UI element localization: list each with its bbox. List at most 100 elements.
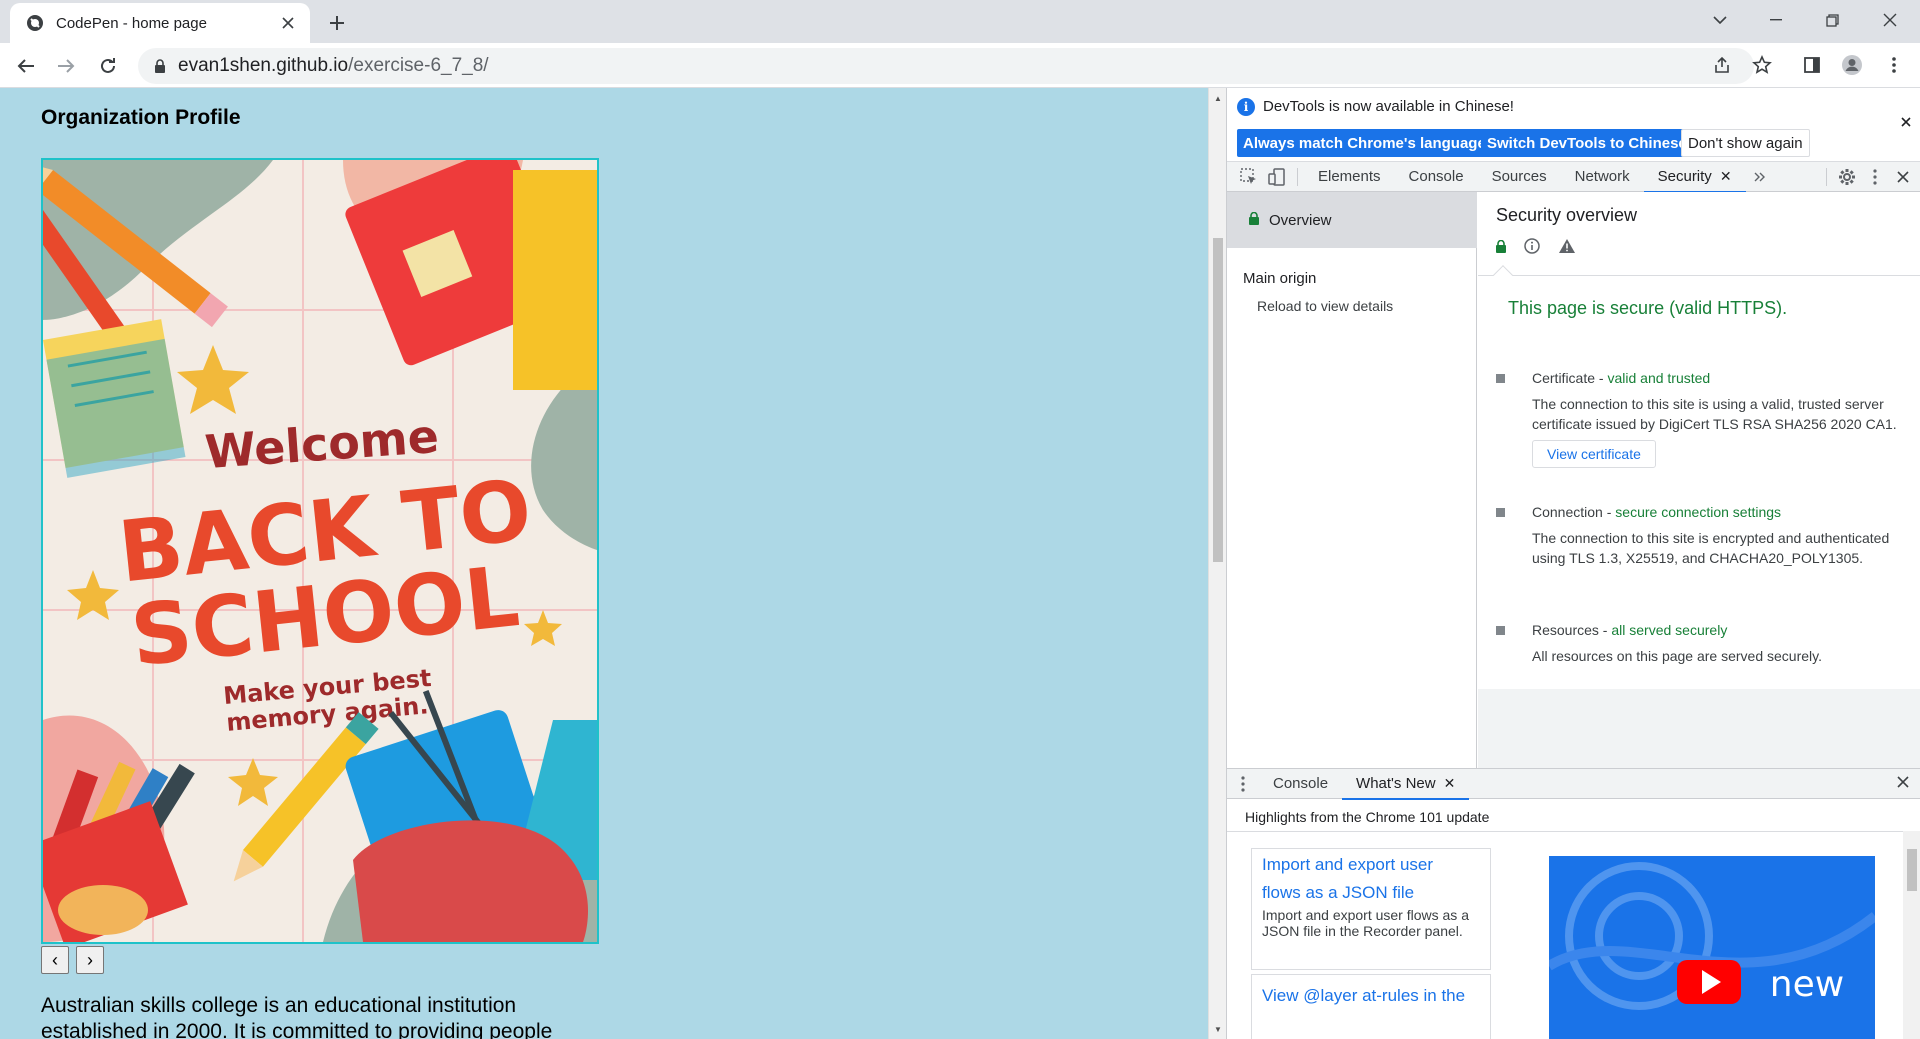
feature-link-json-flows-a[interactable]: Import and export user: [1252, 849, 1490, 879]
warning-triangle-icon: [1558, 238, 1576, 257]
connection-bullet: [1496, 508, 1505, 517]
chrome-menu-icon[interactable]: [1878, 49, 1910, 81]
secure-lock-icon: [1249, 211, 1259, 229]
always-match-language-button[interactable]: Always match Chrome's language: [1237, 129, 1492, 157]
drawer-menu-icon[interactable]: [1227, 775, 1259, 792]
page-scrollbar[interactable]: ▲ ▼: [1208, 88, 1226, 1039]
switch-devtools-chinese-button[interactable]: Switch DevTools to Chinese: [1481, 129, 1693, 157]
tab-elements[interactable]: Elements: [1304, 162, 1395, 192]
whats-new-label: What's New: [1356, 775, 1436, 792]
back-icon[interactable]: [10, 50, 42, 82]
devtools-tabbar: Elements Console Sources Network Securit…: [1227, 162, 1920, 193]
browser-tab[interactable]: CodePen - home page: [10, 3, 310, 43]
connection-description: The connection to this site is encrypted…: [1532, 530, 1890, 566]
inspect-element-icon[interactable]: [1235, 162, 1263, 192]
address-bar[interactable]: evan1shen.github.io/exercise-6_7_8/: [138, 48, 1754, 84]
lock-icon[interactable]: [152, 58, 168, 74]
organization-description: Australian skills college is an educatio…: [41, 993, 601, 1039]
device-toolbar-icon[interactable]: [1263, 162, 1291, 192]
certificate-bullet: [1496, 374, 1505, 383]
certificate-description: The connection to this site is using a v…: [1532, 396, 1897, 432]
side-panel-icon[interactable]: [1796, 49, 1828, 81]
view-certificate-button[interactable]: View certificate: [1532, 440, 1656, 468]
reload-icon[interactable]: [92, 50, 124, 82]
certificate-label: Certificate: [1532, 370, 1596, 386]
feature-link-json-flows-b[interactable]: flows as a JSON file: [1252, 879, 1490, 907]
whats-new-video-thumbnail[interactable]: new: [1549, 856, 1875, 1039]
profile-avatar-icon[interactable]: [1836, 49, 1868, 81]
scroll-up-arrow-icon[interactable]: ▲: [1209, 90, 1227, 106]
drawer-tabbar: Console What's New ✕: [1227, 769, 1920, 800]
description-line-1: Australian skills college is an educatio…: [41, 994, 517, 1017]
security-header: Security overview: [1478, 192, 1920, 276]
tab-console[interactable]: Console: [1395, 162, 1478, 192]
sidebar-item-overview[interactable]: Overview: [1227, 192, 1477, 248]
description-line-2: established in 2000. It is committed to …: [41, 1020, 553, 1039]
resources-bullet: [1496, 626, 1505, 635]
window-close-icon[interactable]: [1862, 0, 1918, 40]
tab-sources[interactable]: Sources: [1478, 162, 1561, 192]
codepen-favicon-icon: [26, 14, 44, 32]
devtools-panel: i DevTools is now available in Chinese! …: [1226, 88, 1920, 1039]
tab-title: CodePen - home page: [56, 14, 207, 32]
settings-gear-icon[interactable]: [1833, 162, 1861, 192]
feature-card-json-flows[interactable]: Import and export user flows as a JSON f…: [1251, 848, 1491, 970]
whats-new-close-icon[interactable]: ✕: [1444, 775, 1456, 792]
page-title: Organization Profile: [41, 106, 241, 129]
infobar-close-icon[interactable]: [1901, 114, 1911, 132]
carousel-next-button[interactable]: ›: [76, 946, 104, 974]
more-tabs-chevron-icon[interactable]: [1746, 162, 1774, 192]
scroll-down-arrow-icon[interactable]: ▼: [1209, 1021, 1227, 1037]
drawer-tab-whats-new[interactable]: What's New ✕: [1342, 769, 1470, 800]
tab-close-icon[interactable]: [278, 13, 298, 33]
resources-status: all served securely: [1611, 622, 1728, 638]
connection-heading: Connection - secure connection settings: [1532, 504, 1782, 520]
carousel-prev-button[interactable]: ‹: [41, 946, 69, 974]
whats-new-highlights: Highlights from the Chrome 101 update: [1245, 809, 1490, 825]
connection-status: secure connection settings: [1615, 504, 1782, 520]
forward-icon[interactable]: [50, 50, 82, 82]
sidebar-reload-details[interactable]: Reload to view details: [1257, 298, 1393, 314]
restore-icon[interactable]: [1804, 0, 1860, 40]
new-tab-icon[interactable]: [322, 8, 352, 38]
whats-new-content: Import and export user flows as a JSON f…: [1227, 831, 1903, 1039]
tab-security-close-icon[interactable]: ✕: [1720, 168, 1732, 185]
drawer-scrollbar[interactable]: [1903, 831, 1920, 1039]
browser-toolbar: evan1shen.github.io/exercise-6_7_8/: [0, 43, 1920, 88]
back-to-school-poster: Welcome BACK TO SCHOOL Make your best me…: [41, 158, 599, 944]
info-circle-icon: [1524, 238, 1540, 257]
tabbar-divider-right: [1826, 167, 1827, 186]
infobar-message: DevTools is now available in Chinese!: [1263, 98, 1514, 115]
security-main: Security overview This page is secure (v…: [1478, 192, 1920, 768]
bookmark-star-icon[interactable]: [1746, 49, 1778, 81]
page-scrollbar-thumb[interactable]: [1213, 238, 1223, 562]
resources-description: All resources on this page are served se…: [1532, 648, 1822, 664]
devtools-menu-icon[interactable]: [1861, 162, 1889, 192]
tab-search-chevron-icon[interactable]: [1692, 0, 1748, 40]
feature-card-layer-rules[interactable]: View @layer at-rules in the: [1251, 974, 1491, 1039]
dont-show-again-button[interactable]: Don't show again: [1681, 129, 1810, 157]
minimize-icon[interactable]: [1748, 0, 1804, 40]
certificate-status: valid and trusted: [1607, 370, 1711, 386]
drawer-tab-console[interactable]: Console: [1259, 769, 1342, 799]
url-host: evan1shen.github.io: [178, 55, 349, 76]
url-path: /exercise-6_7_8/: [348, 55, 489, 76]
resources-label: Resources: [1532, 622, 1599, 638]
tab-strip: CodePen - home page: [0, 0, 1920, 43]
feature-link-layer-rules[interactable]: View @layer at-rules in the: [1252, 975, 1490, 1011]
certificate-heading: Certificate - valid and trusted: [1532, 370, 1711, 386]
security-sidebar: Overview Main origin Reload to view deta…: [1227, 192, 1477, 768]
tab-security-label: Security: [1657, 168, 1712, 185]
drawer-close-icon[interactable]: [1897, 775, 1909, 793]
tab-security[interactable]: Security ✕: [1643, 162, 1746, 193]
page-viewport: Organization Profile Welcome BACK TO SCH…: [0, 88, 1208, 1039]
devtools-close-icon[interactable]: [1889, 162, 1917, 192]
devtools-drawer: Console What's New ✕ Highlights from the…: [1227, 768, 1920, 1039]
info-icon: i: [1237, 98, 1255, 116]
poster-illustration: Welcome BACK TO SCHOOL Make your best me…: [43, 160, 597, 942]
sidebar-main-origin: Main origin: [1243, 270, 1317, 287]
share-icon[interactable]: [1706, 49, 1738, 81]
resources-heading: Resources - all served securely: [1532, 622, 1728, 638]
drawer-scrollbar-thumb[interactable]: [1907, 849, 1917, 891]
tab-network[interactable]: Network: [1561, 162, 1644, 192]
